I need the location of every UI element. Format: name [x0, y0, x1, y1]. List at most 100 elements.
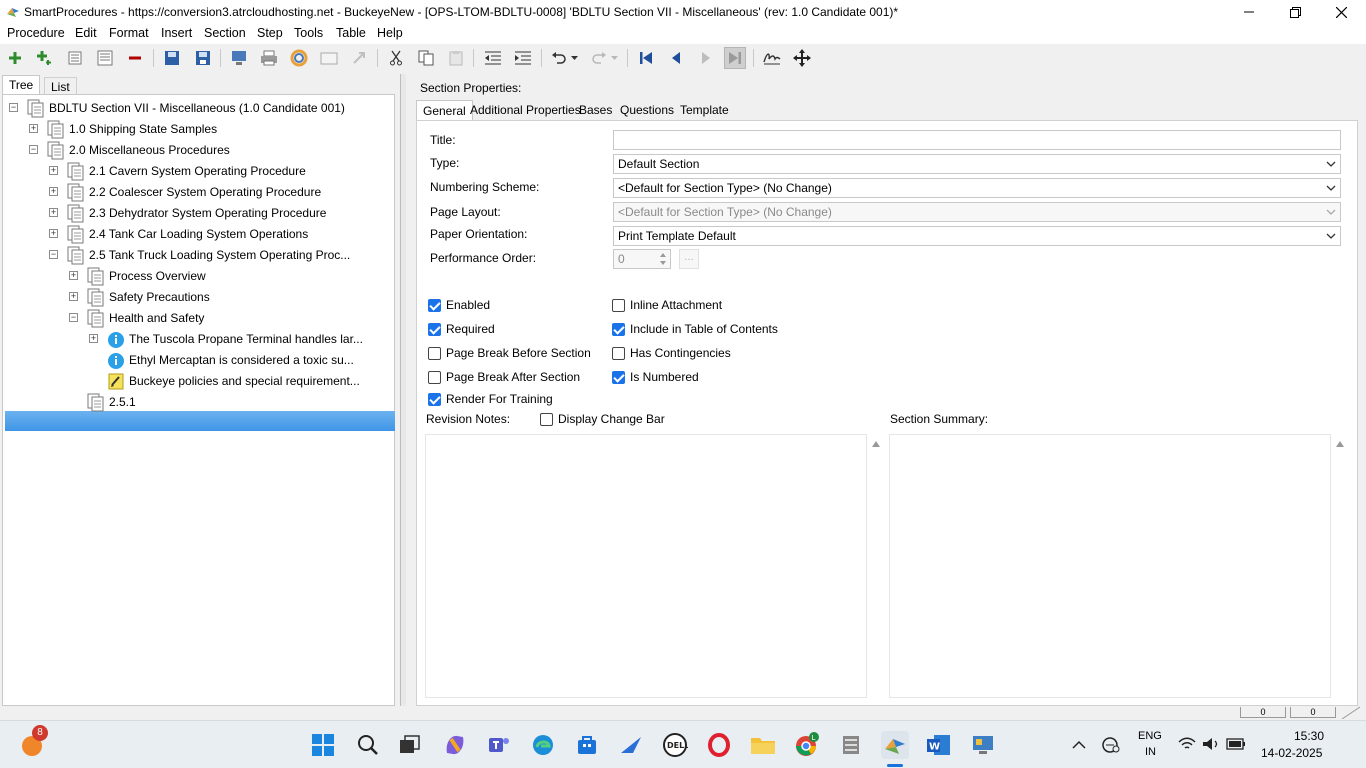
- signature-button[interactable]: [761, 47, 783, 69]
- word-app[interactable]: W: [925, 731, 953, 759]
- required-checkbox[interactable]: Required: [428, 322, 598, 338]
- tab-bases[interactable]: Bases: [573, 100, 618, 121]
- attachment-button[interactable]: [318, 47, 340, 69]
- volume-icon[interactable]: [1202, 737, 1220, 751]
- expand-icon[interactable]: +: [49, 187, 58, 196]
- render-for-training-checkbox[interactable]: Render For Training: [428, 392, 598, 408]
- remote-app[interactable]: [969, 731, 997, 759]
- link-button[interactable]: [348, 47, 370, 69]
- clock-date[interactable]: 14-02-2025: [1261, 746, 1322, 760]
- chrome-app[interactable]: L: [793, 731, 821, 759]
- enabled-checkbox[interactable]: Enabled: [428, 298, 598, 314]
- type-select[interactable]: Default Section: [613, 154, 1341, 174]
- performance-order-spinner[interactable]: 0: [613, 249, 671, 269]
- title-input[interactable]: [613, 130, 1341, 150]
- indent-button[interactable]: [512, 47, 534, 69]
- scroll-up-icon[interactable]: [1336, 441, 1344, 447]
- collapse-icon[interactable]: −: [29, 145, 38, 154]
- revision-notes-textarea[interactable]: [425, 434, 880, 698]
- first-button[interactable]: [635, 47, 657, 69]
- section-summary-textarea[interactable]: [889, 434, 1344, 698]
- remote-desktop-app[interactable]: [837, 731, 865, 759]
- chevron-up-icon[interactable]: [1072, 740, 1086, 750]
- teams-app[interactable]: [485, 731, 513, 759]
- publish-button[interactable]: [228, 47, 250, 69]
- menu-step[interactable]: Step: [257, 26, 283, 40]
- save-button[interactable]: [192, 47, 214, 69]
- paste-button[interactable]: [445, 47, 467, 69]
- dell-app[interactable]: DELL: [661, 731, 689, 759]
- task-view-button[interactable]: [396, 731, 424, 759]
- smartprocedures-app[interactable]: [881, 731, 909, 767]
- redo-button[interactable]: [588, 47, 610, 69]
- menu-table[interactable]: Table: [336, 26, 366, 40]
- clock-time[interactable]: 15:30: [1294, 729, 1324, 743]
- numbering-scheme-select[interactable]: <Default for Section Type> (No Change): [613, 178, 1341, 198]
- tab-template[interactable]: Template: [674, 100, 735, 121]
- minimize-button[interactable]: [1226, 0, 1272, 24]
- outdent-button[interactable]: [482, 47, 504, 69]
- search-button[interactable]: [354, 731, 382, 759]
- menu-format[interactable]: Format: [109, 26, 149, 40]
- region-indicator[interactable]: IN: [1145, 746, 1156, 758]
- store-app[interactable]: [573, 731, 601, 759]
- color-button[interactable]: [288, 47, 310, 69]
- has-contingencies-checkbox[interactable]: Has Contingencies: [612, 346, 812, 362]
- menu-help[interactable]: Help: [377, 26, 403, 40]
- paper-orientation-select[interactable]: Print Template Default: [613, 226, 1341, 246]
- menu-section[interactable]: Section: [204, 26, 246, 40]
- edge-app[interactable]: [529, 731, 557, 759]
- expand-icon[interactable]: +: [29, 124, 38, 133]
- pane-splitter[interactable]: [400, 74, 406, 706]
- expand-icon[interactable]: +: [89, 334, 98, 343]
- add-button[interactable]: [4, 47, 26, 69]
- add-child-button[interactable]: [34, 47, 56, 69]
- page-break-after-checkbox[interactable]: Page Break After Section: [428, 370, 598, 386]
- inline-attachment-checkbox[interactable]: Inline Attachment: [612, 298, 812, 314]
- page-break-before-checkbox[interactable]: Page Break Before Section: [428, 346, 598, 362]
- display-change-bar-checkbox[interactable]: Display Change Bar: [540, 412, 700, 428]
- scroll-up-icon[interactable]: [872, 441, 880, 447]
- tab-additional-properties[interactable]: Additional Properties: [464, 100, 587, 121]
- language-indicator[interactable]: ENG: [1138, 730, 1162, 742]
- copilot-app[interactable]: [441, 731, 469, 759]
- save-all-button[interactable]: [162, 47, 184, 69]
- collapse-icon[interactable]: −: [49, 250, 58, 259]
- undo-dropdown[interactable]: [568, 47, 580, 69]
- expand-icon[interactable]: +: [69, 271, 78, 280]
- expand-icon[interactable]: +: [69, 292, 78, 301]
- move-button[interactable]: [791, 47, 813, 69]
- expand-icon[interactable]: +: [49, 229, 58, 238]
- restore-button[interactable]: [1272, 0, 1318, 24]
- indent-list-button[interactable]: [64, 47, 86, 69]
- cut-button[interactable]: [385, 47, 407, 69]
- print-button[interactable]: [258, 47, 280, 69]
- menu-edit[interactable]: Edit: [75, 26, 97, 40]
- menu-tools[interactable]: Tools: [294, 26, 323, 40]
- include-in-toc-checkbox[interactable]: Include in Table of Contents: [612, 322, 812, 338]
- last-button[interactable]: [724, 47, 746, 69]
- app-pulse[interactable]: [617, 731, 645, 759]
- resize-grip-icon[interactable]: [1338, 706, 1362, 719]
- tab-list[interactable]: List: [44, 77, 77, 95]
- expand-icon[interactable]: +: [49, 208, 58, 217]
- properties-button[interactable]: [94, 47, 116, 69]
- weather-widget[interactable]: 8: [18, 725, 48, 759]
- next-button[interactable]: [695, 47, 717, 69]
- tab-tree[interactable]: Tree: [2, 75, 41, 95]
- network-status-icon[interactable]: [1101, 736, 1121, 754]
- tab-questions[interactable]: Questions: [614, 100, 680, 121]
- is-numbered-checkbox[interactable]: Is Numbered: [612, 370, 812, 386]
- close-button[interactable]: [1318, 0, 1364, 24]
- page-layout-select[interactable]: <Default for Section Type> (No Change): [613, 202, 1341, 222]
- performance-order-browse-button[interactable]: …: [679, 249, 699, 269]
- menu-insert[interactable]: Insert: [161, 26, 192, 40]
- redo-dropdown[interactable]: [608, 47, 620, 69]
- previous-button[interactable]: [665, 47, 687, 69]
- opera-app[interactable]: [705, 731, 733, 759]
- battery-icon[interactable]: [1226, 737, 1246, 751]
- collapse-icon[interactable]: −: [69, 313, 78, 322]
- menu-procedure[interactable]: Procedure: [7, 26, 65, 40]
- copy-button[interactable]: [415, 47, 437, 69]
- expand-icon[interactable]: +: [49, 166, 58, 175]
